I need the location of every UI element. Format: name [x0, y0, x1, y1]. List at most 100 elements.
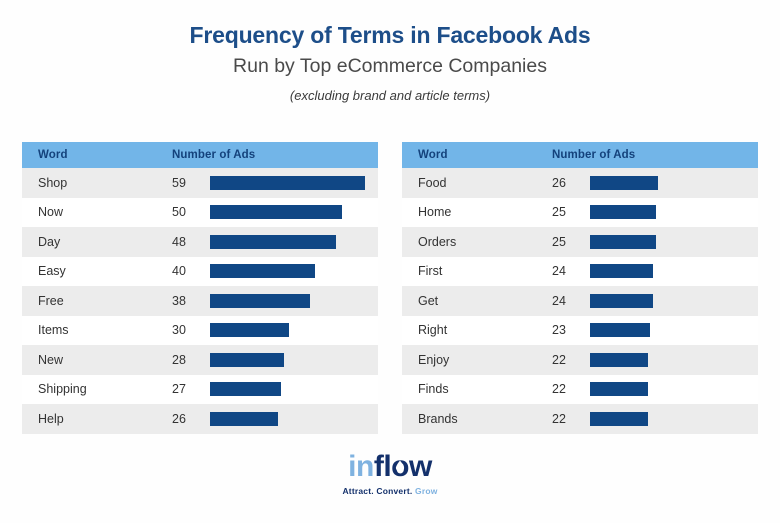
- cell-bar: [590, 316, 758, 346]
- cell-count: 48: [172, 234, 186, 249]
- cell-bar: [590, 404, 758, 434]
- table-row: Items 30: [22, 315, 378, 346]
- cell-word: Enjoy: [418, 352, 450, 367]
- cell-bar: [590, 257, 758, 287]
- header-block: Frequency of Terms in Facebook Ads Run b…: [0, 0, 780, 104]
- cell-count: 25: [552, 205, 566, 220]
- cell-count: 26: [172, 411, 186, 426]
- column-header-number-of-ads: Number of Ads: [172, 149, 256, 161]
- cell-count: 22: [552, 382, 566, 397]
- tagline-grow: Grow: [415, 486, 438, 496]
- logo-letter-o: o: [391, 452, 409, 482]
- value-bar: [210, 175, 366, 190]
- logo-text-in: in: [348, 450, 374, 483]
- cell-count: 23: [552, 323, 566, 338]
- cell-bar: [210, 316, 378, 346]
- cell-word: Brands: [418, 411, 458, 426]
- table-row: Free 38: [22, 286, 378, 316]
- value-bar: [210, 264, 316, 279]
- cell-count: 25: [552, 234, 566, 249]
- cell-count: 22: [552, 411, 566, 426]
- logo-text-w: w: [408, 450, 432, 483]
- value-bar: [590, 352, 648, 367]
- value-bar: [210, 234, 337, 249]
- cell-word: Food: [418, 175, 447, 190]
- column-header-word: Word: [38, 149, 68, 161]
- cell-count: 59: [172, 175, 186, 190]
- table-row: Brands 22: [402, 404, 758, 434]
- table-header-row: Word Number of Ads: [22, 142, 378, 168]
- cell-count: 28: [172, 352, 186, 367]
- table-row: Day 48: [22, 227, 378, 257]
- column-header-number-of-ads: Number of Ads: [552, 149, 636, 161]
- cell-bar: [590, 168, 758, 198]
- cell-word: Now: [38, 205, 64, 220]
- table-header-row: Word Number of Ads: [402, 142, 758, 168]
- table-row: Finds 22: [402, 374, 758, 405]
- cell-count: 40: [172, 264, 186, 279]
- table-row: Easy 40: [22, 256, 378, 287]
- table-row: First 24: [402, 256, 758, 287]
- cell-count: 50: [172, 205, 186, 220]
- cell-bar: [210, 198, 378, 228]
- cell-word: New: [38, 352, 64, 367]
- cell-bar: [590, 227, 758, 257]
- page-subtitle: Run by Top eCommerce Companies: [233, 55, 547, 78]
- table-row: Enjoy 22: [402, 345, 758, 375]
- tagline-attract: Attract.: [342, 486, 374, 496]
- value-bar: [590, 175, 659, 190]
- cell-bar: [590, 345, 758, 375]
- table-row: Right 23: [402, 315, 758, 346]
- value-bar: [590, 234, 656, 249]
- value-bar: [210, 293, 310, 308]
- value-bar: [210, 411, 279, 426]
- value-bar: [590, 205, 656, 220]
- word-frequency-table-right: Word Number of Ads Food 26 Home 25 Orders 25 F…: [402, 142, 758, 434]
- cell-count: 30: [172, 323, 186, 338]
- cell-word: Get: [418, 293, 439, 308]
- brand-logo: inflow Attract. Convert. Grow: [0, 452, 780, 496]
- cell-bar: [210, 345, 378, 375]
- cell-word: Day: [38, 234, 61, 249]
- cell-word: Shop: [38, 175, 68, 190]
- cell-bar: [590, 198, 758, 228]
- cell-count: 22: [552, 352, 566, 367]
- cell-word: Free: [38, 293, 64, 308]
- infographic-page: Frequency of Terms in Facebook Ads Run b…: [0, 0, 780, 523]
- cell-count: 24: [552, 293, 566, 308]
- cell-word: Orders: [418, 234, 457, 249]
- cell-word: Easy: [38, 264, 66, 279]
- cell-count: 27: [172, 382, 186, 397]
- cell-word: Help: [38, 411, 64, 426]
- table-row: New 28: [22, 345, 378, 375]
- page-title: Frequency of Terms in Facebook Ads: [189, 22, 591, 48]
- table-row: Shop 59: [22, 168, 378, 198]
- cell-bar: [590, 286, 758, 316]
- cell-bar: [210, 168, 378, 198]
- logo-text-fl: fl: [373, 450, 392, 483]
- word-frequency-table-left: Word Number of Ads Shop 59 Now 50 Day 48 Easy 4…: [22, 142, 378, 434]
- table-row: Orders 25: [402, 227, 758, 257]
- cell-count: 24: [552, 264, 566, 279]
- table-row: Help 26: [22, 404, 378, 434]
- cell-count: 38: [172, 293, 186, 308]
- logo-wordmark: inflow: [348, 452, 432, 482]
- cell-bar: [590, 375, 758, 405]
- water-drop-icon: [395, 460, 405, 472]
- logo-tagline: Attract. Convert. Grow: [0, 487, 780, 496]
- column-header-word: Word: [418, 149, 448, 161]
- value-bar: [210, 352, 284, 367]
- tagline-convert: Convert.: [376, 486, 413, 496]
- value-bar: [590, 411, 648, 426]
- cell-word: Right: [418, 323, 448, 338]
- cell-count: 26: [552, 175, 566, 190]
- value-bar: [210, 323, 289, 338]
- table-row: Now 50: [22, 197, 378, 228]
- cell-bar: [210, 227, 378, 257]
- value-bar: [590, 323, 651, 338]
- table-row: Food 26: [402, 168, 758, 198]
- cell-bar: [210, 375, 378, 405]
- page-note: (excluding brand and article terms): [289, 87, 491, 103]
- cell-bar: [210, 257, 378, 287]
- table-row: Get 24: [402, 286, 758, 316]
